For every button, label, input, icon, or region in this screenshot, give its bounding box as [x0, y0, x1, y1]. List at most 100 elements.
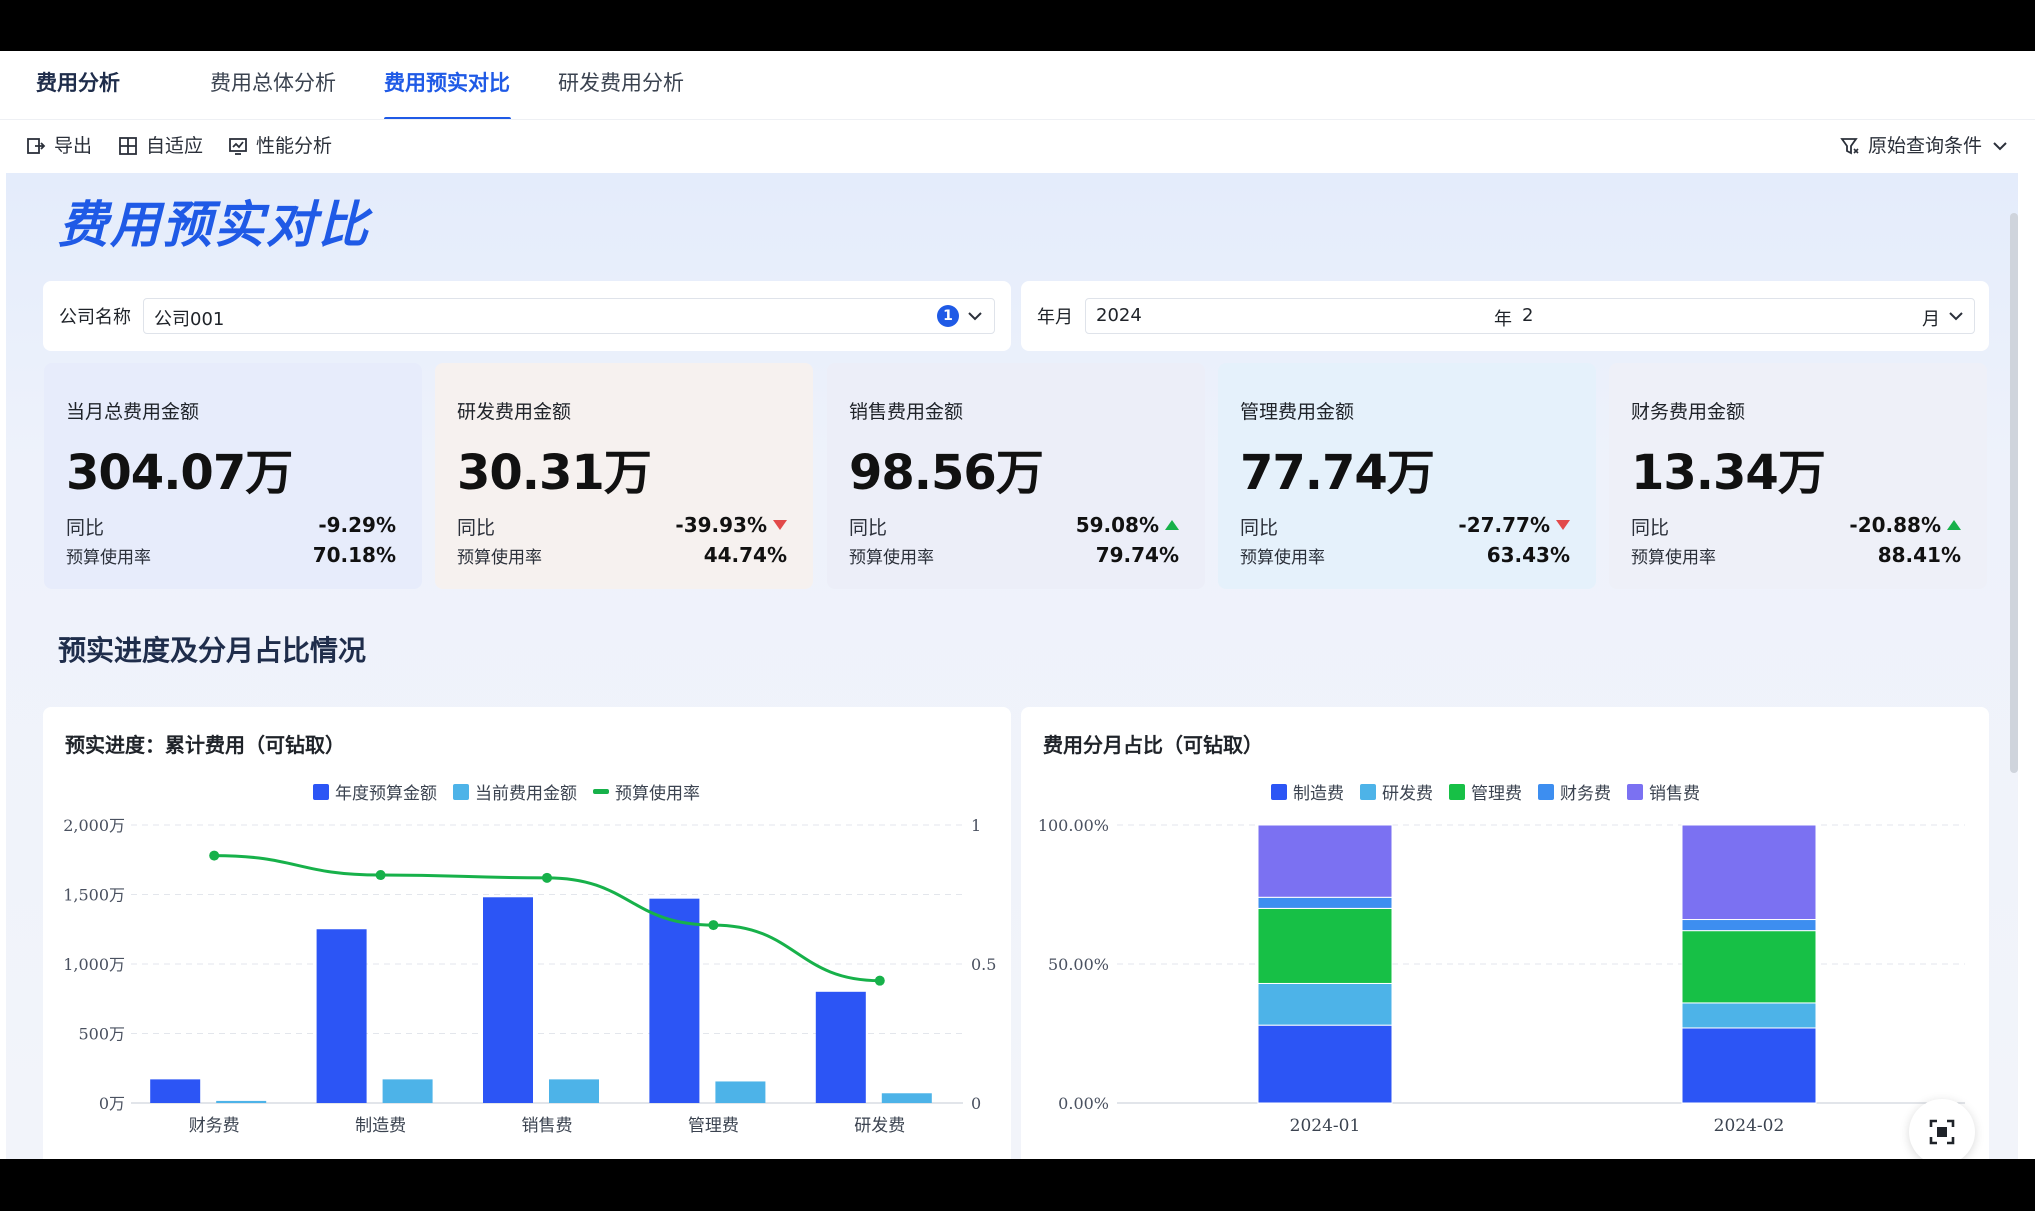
bar-actual	[549, 1079, 599, 1103]
y-tick-label: 500万	[78, 1025, 125, 1044]
usage-point	[209, 850, 220, 861]
kpi-yoy-label: 同比	[849, 517, 888, 539]
tab-overall-analysis[interactable]: 费用总体分析	[210, 61, 336, 105]
company-select[interactable]: 公司001 1	[143, 298, 995, 334]
kpi-usage-value: 70.18%	[312, 543, 396, 567]
company-select-value: 公司001	[154, 309, 225, 330]
kpi-card-finance[interactable]: 财务费用金额 13.34万 同比 -20.88% 预算使用率 88.41%	[1609, 363, 1987, 589]
filter-icon	[1840, 138, 1859, 155]
stack-segment	[1257, 896, 1393, 909]
stack-segment	[1681, 1027, 1817, 1104]
tab-budget-vs-actual[interactable]: 费用预实对比	[384, 61, 510, 105]
kpi-usage-label: 预算使用率	[457, 548, 542, 568]
monthly-share-panel: 费用分月占比（可钻取） 制造费 研发费 管理费 财务费 销售费 100.00% 5…	[1021, 707, 1989, 1159]
kpi-yoy-label: 同比	[1240, 517, 1279, 539]
usage-point	[708, 920, 719, 931]
y-tick-label: 1,000万	[63, 955, 125, 974]
chevron-down-icon	[968, 312, 982, 321]
stack-segment	[1257, 907, 1393, 984]
performance-analysis-button[interactable]: 性能分析	[228, 120, 332, 172]
usage-point	[874, 975, 885, 986]
vertical-scrollbar[interactable]	[2010, 213, 2018, 773]
section-title: 预实进度及分月占比情况	[58, 634, 367, 667]
y2-tick-label: 1	[971, 816, 981, 835]
bar-actual	[382, 1079, 433, 1103]
fullscreen-button[interactable]	[1909, 1099, 1975, 1159]
y2-tick-label: 0	[971, 1094, 981, 1113]
kpi-title: 研发费用金额	[457, 401, 572, 423]
trend-up-icon	[1947, 520, 1961, 530]
budget-progress-chart[interactable]: 2,000万 1,500万 1,000万 500万 0万 1 0.5 0 财务费 制造费 销售费 管理…	[43, 707, 1011, 1159]
dashboard-content: 费用预实对比 公司名称 公司001 1 年月 2024 年 2 月 当月总费用金…	[6, 173, 2018, 1159]
y-tick-label: 2,000万	[63, 816, 125, 835]
export-icon	[27, 138, 46, 154]
original-query-label: 原始查询条件	[1868, 135, 1983, 157]
kpi-yoy-text: -20.88%	[1849, 513, 1941, 537]
trend-down-icon	[1556, 520, 1570, 530]
export-button[interactable]: 导出	[26, 120, 92, 172]
kpi-yoy-value: -9.29%	[318, 513, 396, 537]
bar-budget	[316, 929, 367, 1103]
period-select[interactable]: 2024 年 2 月	[1085, 298, 1975, 334]
year-unit: 年	[1494, 309, 1512, 330]
export-label: 导出	[54, 135, 93, 157]
kpi-yoy-text: -9.29%	[318, 513, 396, 537]
kpi-yoy-label: 同比	[1631, 517, 1670, 539]
trend-up-icon	[1165, 520, 1179, 530]
page-title: 费用预实对比	[58, 196, 370, 254]
bar-budget	[483, 897, 533, 1103]
tab-rd-analysis[interactable]: 研发费用分析	[558, 61, 684, 105]
kpi-usage-value: 79.74%	[1095, 543, 1179, 567]
stack-segment	[1681, 1002, 1817, 1029]
budget-progress-panel: 预实进度：累计费用（可钻取） 年度预算金额 当前费用金额 预算使用率 2,000…	[43, 707, 1011, 1159]
app-window: 费用分析 费用总体分析 费用预实对比 研发费用分析 导出 自适应 性能分析 原始…	[0, 51, 2035, 1159]
kpi-card-management[interactable]: 管理费用金额 77.74万 同比 -27.77% 预算使用率 63.43%	[1218, 363, 1596, 589]
year-value: 2024	[1096, 305, 1142, 326]
kpi-usage-value: 88.41%	[1877, 543, 1961, 567]
kpi-title: 当月总费用金额	[66, 401, 200, 423]
kpi-value: 304.07万	[66, 445, 293, 501]
kpi-title: 管理费用金额	[1240, 401, 1355, 423]
x-tick-label: 2024-02	[1714, 1116, 1785, 1136]
kpi-usage-label: 预算使用率	[849, 548, 934, 568]
original-query-button[interactable]: 原始查询条件	[1840, 120, 2010, 172]
kpi-card-rd[interactable]: 研发费用金额 30.31万 同比 -39.93% 预算使用率 44.74%	[435, 363, 813, 589]
x-tick-label: 管理费	[688, 1116, 739, 1136]
month-unit: 月	[1922, 309, 1940, 330]
bar-actual	[216, 1100, 267, 1103]
y-tick-label: 0.00%	[1058, 1094, 1109, 1113]
kpi-card-total[interactable]: 当月总费用金额 304.07万 同比 -9.29% 预算使用率 70.18%	[44, 363, 422, 589]
app-brand: 费用分析	[36, 71, 120, 95]
x-tick-label: 财务费	[189, 1116, 240, 1136]
bar-budget	[150, 1079, 201, 1103]
kpi-yoy-label: 同比	[457, 517, 496, 539]
kpi-yoy-value: -20.88%	[1849, 513, 1961, 537]
monthly-share-chart[interactable]: 100.00% 50.00% 0.00% 2024-01 2024-02	[1021, 707, 1989, 1159]
performance-icon	[229, 138, 247, 155]
performance-label: 性能分析	[256, 135, 333, 157]
kpi-usage-label: 预算使用率	[1631, 548, 1716, 568]
kpi-title: 销售费用金额	[849, 401, 964, 423]
kpi-yoy-value: 59.08%	[1076, 513, 1179, 537]
y-tick-label: 50.00%	[1048, 955, 1109, 974]
selection-count-badge: 1	[937, 305, 959, 327]
kpi-usage-label: 预算使用率	[66, 548, 151, 568]
bar-budget	[815, 991, 866, 1103]
chevron-down-icon	[1949, 312, 1963, 321]
bar-budget	[649, 898, 700, 1103]
toolbar: 导出 自适应 性能分析 原始查询条件	[0, 119, 2035, 174]
usage-point	[375, 870, 386, 881]
stack-segment	[1257, 824, 1393, 898]
x-tick-label: 制造费	[355, 1116, 406, 1136]
kpi-card-sales[interactable]: 销售费用金额 98.56万 同比 59.08% 预算使用率 79.74%	[827, 363, 1205, 589]
bar-actual	[881, 1093, 932, 1103]
stack-segment	[1257, 1024, 1393, 1104]
adaptive-button[interactable]: 自适应	[118, 120, 203, 172]
x-tick-label: 2024-01	[1290, 1116, 1361, 1136]
chevron-down-icon	[1993, 142, 2007, 151]
kpi-yoy-text: -27.77%	[1458, 513, 1550, 537]
kpi-title: 财务费用金额	[1631, 401, 1746, 423]
kpi-yoy-label: 同比	[66, 517, 105, 539]
kpi-yoy-text: 59.08%	[1075, 513, 1159, 537]
y-tick-label: 100.00%	[1038, 816, 1109, 835]
